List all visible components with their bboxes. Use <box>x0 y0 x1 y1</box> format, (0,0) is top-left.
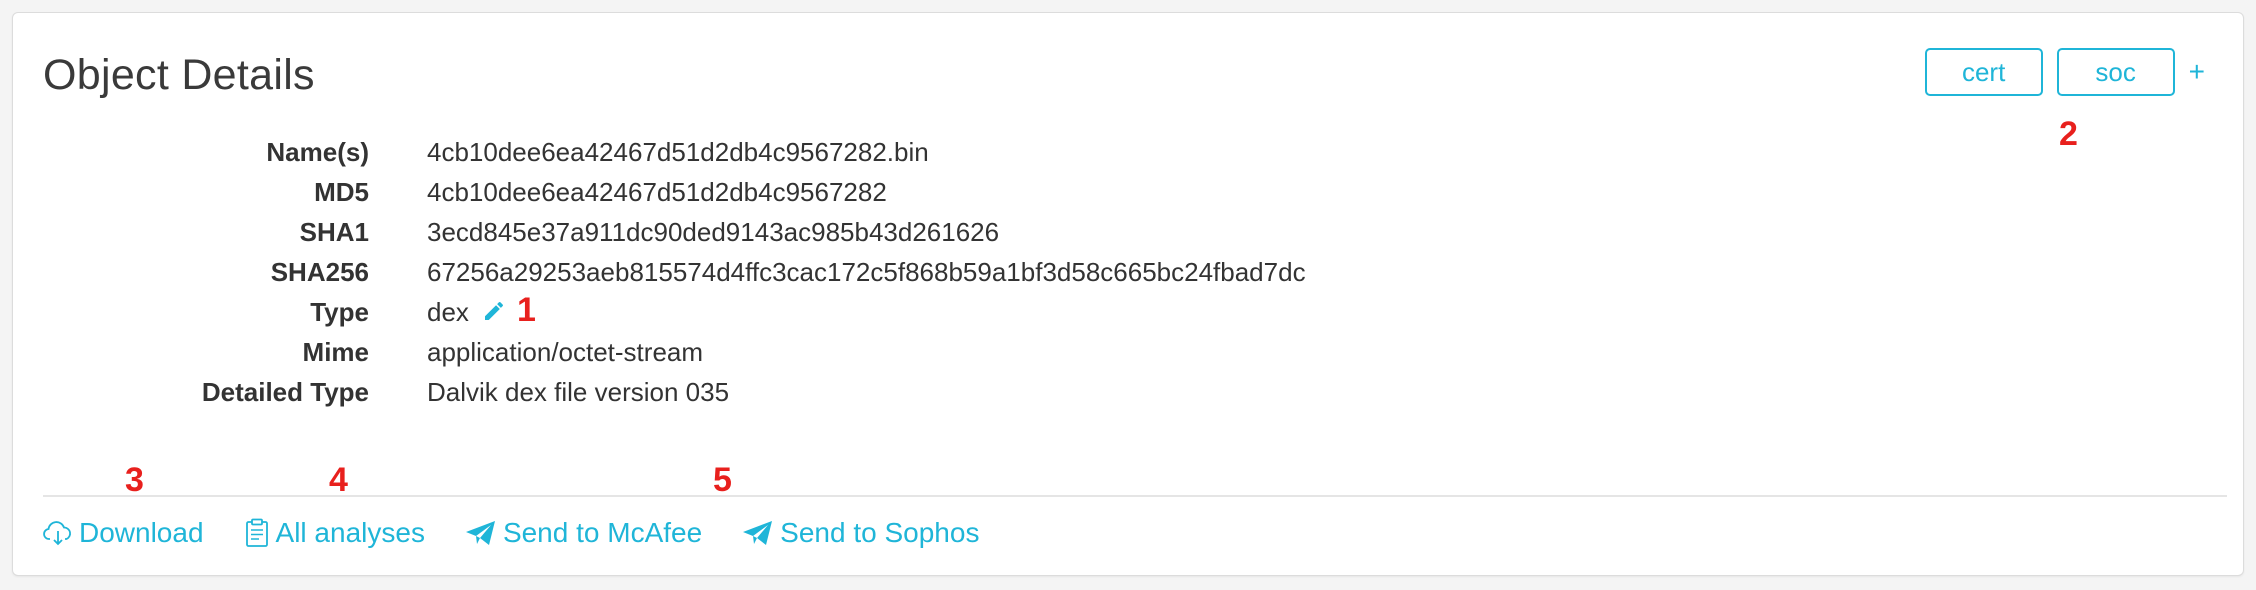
edit-pencil-icon[interactable] <box>482 299 506 330</box>
detail-value: 67256a29253aeb815574d4ffc3cac172c5f868b5… <box>427 257 1306 287</box>
paper-plane-icon <box>743 521 773 545</box>
send-to-sophos-link[interactable]: Send to Sophos <box>742 517 979 549</box>
object-details-card: Object Details cert soc + 2 Name(s) 4cb1… <box>12 12 2244 576</box>
detail-label: SHA256 <box>270 257 369 287</box>
detail-value: 4cb10dee6ea42467d51d2db4c9567282 <box>427 177 887 207</box>
detail-value: application/octet-stream <box>427 337 704 367</box>
detail-row-detailed-type: Detailed Type Dalvik dex file version 03… <box>13 377 1413 417</box>
divider <box>43 495 2227 497</box>
detail-label: Mime <box>302 337 369 367</box>
detail-value: 4cb10dee6ea42467d51d2db4c9567282.bin <box>427 137 929 167</box>
tag-list: cert soc + <box>1924 48 2205 96</box>
all-analyses-link[interactable]: All analyses <box>244 517 425 549</box>
detail-label: Name(s) <box>266 137 369 167</box>
tag-cert[interactable]: cert <box>1924 48 2043 96</box>
send-to-sophos-label: Send to Sophos <box>780 517 980 548</box>
detail-value-type: dex <box>427 297 506 330</box>
detail-value: Dalvik dex file version 035 <box>427 377 730 407</box>
cloud-download-icon <box>43 521 71 546</box>
paper-plane-icon <box>465 521 495 545</box>
detail-label: MD5 <box>314 177 369 207</box>
send-to-mcafee-link[interactable]: Send to McAfee <box>465 517 702 549</box>
all-analyses-label: All analyses <box>275 517 425 548</box>
action-bar: Download All analyses Send to McAfee Sen… <box>43 517 1019 549</box>
download-label: Download <box>79 517 204 548</box>
detail-row-type: Type dex 1 <box>13 291 1413 337</box>
detail-label: Type <box>310 297 369 327</box>
add-tag-button[interactable]: + <box>2189 56 2205 88</box>
type-value-text: dex <box>427 297 469 327</box>
detail-row-md5: MD5 4cb10dee6ea42467d51d2db4c9567282 <box>13 177 1413 217</box>
annotation-marker-2: 2 <box>2059 115 2078 153</box>
detail-row-mime: Mime application/octet-stream <box>13 337 1413 377</box>
annotation-marker-1: 1 <box>517 291 536 329</box>
detail-row-sha256: SHA256 67256a29253aeb815574d4ffc3cac172c… <box>13 257 1413 297</box>
detail-value: 3ecd845e37a911dc90ded9143ac985b43d261626 <box>427 217 1000 247</box>
detail-row-names: Name(s) 4cb10dee6ea42467d51d2db4c9567282… <box>13 137 1413 177</box>
tag-soc[interactable]: soc <box>2056 48 2175 96</box>
detail-label: SHA1 <box>299 217 369 247</box>
detail-row-sha1: SHA1 3ecd845e37a911dc90ded9143ac985b43d2… <box>13 217 1413 257</box>
page-title: Object Details <box>43 51 315 99</box>
detail-label: Detailed Type <box>201 377 369 407</box>
download-link[interactable]: Download <box>43 517 204 549</box>
send-to-mcafee-label: Send to McAfee <box>502 517 703 548</box>
clipboard-icon <box>245 518 268 547</box>
